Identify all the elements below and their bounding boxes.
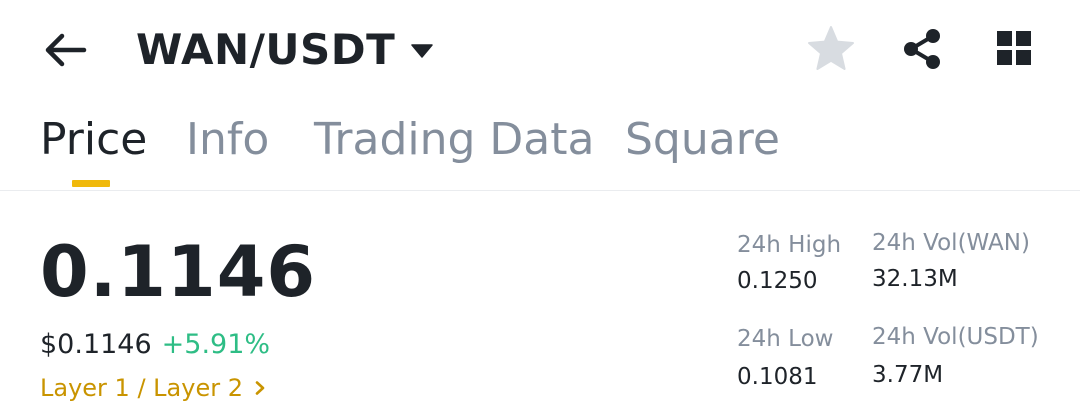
tab-info[interactable]: Info [186,112,269,168]
tab-trading-data[interactable]: Trading Data [314,112,594,168]
more-menu-button[interactable] [996,30,1032,66]
pair-title: WAN/USDT [136,25,396,74]
chevron-right-icon [255,381,265,395]
share-button[interactable] [902,28,942,70]
stat-high-label: 24h High [737,232,842,258]
active-tab-indicator [72,180,110,187]
price-change-percent: +5.91% [161,329,271,360]
stat-low-label: 24h Low [737,326,834,352]
stat-high-value: 0.1250 [737,268,818,294]
top-bar: WAN/USDT [0,0,1080,100]
grid-icon [997,31,1031,65]
star-icon [808,26,854,70]
last-price: 0.1146 [40,231,317,313]
caret-down-icon [411,44,434,58]
stat-vol-quote-value: 3.77M [872,362,944,388]
stat-vol-base-label: 24h Vol(WAN) [872,230,1030,256]
favorite-button[interactable] [806,24,856,74]
stat-vol-quote-label: 24h Vol(USDT) [872,324,1039,350]
tab-price[interactable]: Price [40,112,147,168]
category-tags-label: Layer 1 / Layer 2 [40,374,243,402]
back-button[interactable] [42,30,90,70]
tab-square[interactable]: Square [625,112,780,168]
share-icon [904,29,940,69]
stat-low-value: 0.1081 [737,364,818,390]
stat-vol-base-value: 32.13M [872,266,958,292]
pair-selector[interactable]: WAN/USDT [136,22,434,78]
tab-bar: Price Info Trading Data Square [0,108,1080,191]
back-arrow-icon [45,33,87,67]
price-change-line: $0.1146 +5.91% [40,328,270,362]
usd-price: $0.1146 [40,329,152,360]
category-tags-link[interactable]: Layer 1 / Layer 2 [40,372,265,404]
